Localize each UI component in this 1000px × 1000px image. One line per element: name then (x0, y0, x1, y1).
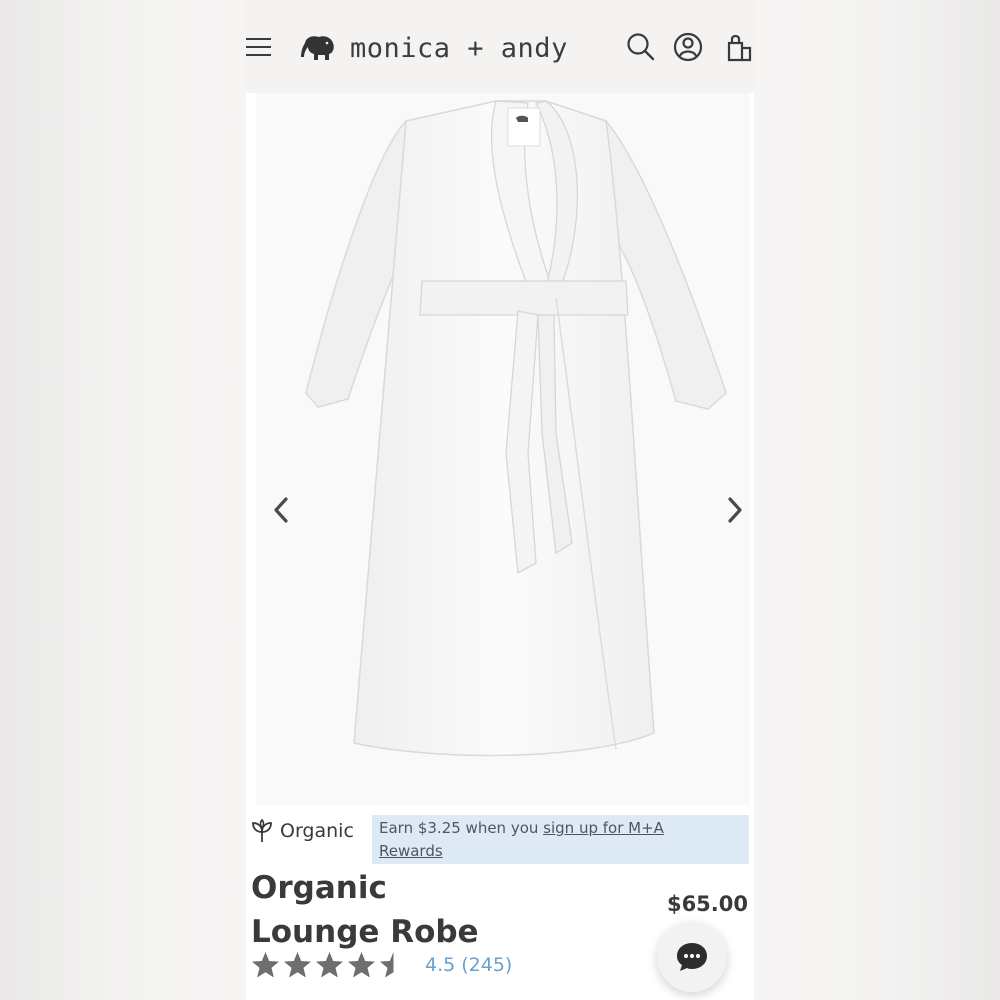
search-icon[interactable] (624, 30, 656, 64)
robe-illustration (305, 100, 727, 757)
organic-label: Organic (280, 820, 354, 842)
bag-icon[interactable] (722, 30, 754, 64)
chevron-right-icon[interactable] (722, 493, 748, 527)
rewards-link-continued[interactable]: Rewards (379, 842, 443, 860)
product-title-line-1: Organic (251, 870, 387, 906)
star-icon (284, 952, 311, 978)
rewards-text: Earn $3.25 when you (379, 819, 544, 837)
account-icon[interactable] (672, 30, 704, 64)
star-rating[interactable] (251, 951, 411, 979)
rating-count-link[interactable]: 4.5 (245) (425, 954, 512, 976)
chevron-left-icon[interactable] (268, 493, 294, 527)
phone-screen: monica + andy Organic Earn $3.25 when yo… (246, 0, 754, 1000)
menu-icon[interactable] (246, 36, 272, 60)
elephant-logo-icon (301, 36, 334, 60)
rewards-banner: Earn $3.25 when you sign up for M+A Rewa… (372, 815, 749, 864)
site-header: monica + andy (246, 0, 754, 93)
product-image (256, 93, 750, 805)
sprout-icon (252, 818, 272, 842)
product-title: Organic Lounge Robe (251, 866, 541, 954)
star-icon (252, 952, 279, 978)
chat-bubble-icon (677, 943, 707, 971)
brand-logo[interactable]: monica + andy (298, 28, 568, 68)
brand-name: monica + andy (350, 32, 568, 64)
product-title-line-2: Lounge Robe (251, 914, 479, 950)
organic-badge: Organic (250, 818, 354, 844)
product-price: $65.00 (666, 892, 748, 916)
star-icon (316, 952, 343, 978)
star-icon (348, 952, 375, 978)
star-icon (380, 952, 394, 978)
chat-button[interactable] (657, 922, 727, 992)
rewards-signup-link[interactable]: sign up for M+A (543, 819, 664, 837)
